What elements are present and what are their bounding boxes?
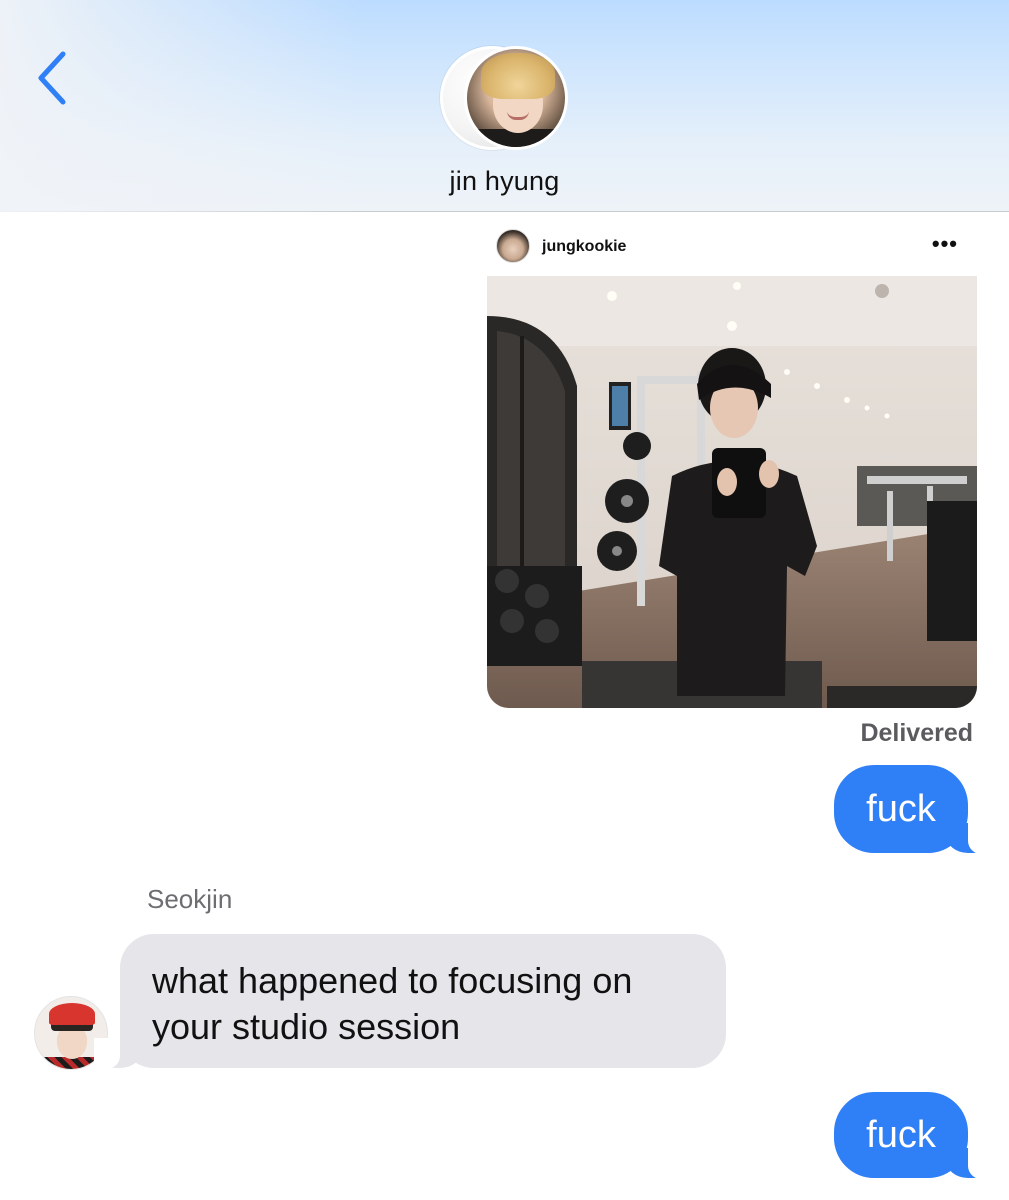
conversation-header: jin hyung (0, 0, 1009, 212)
incoming-message-bubble[interactable]: what happened to focusing on your studio… (94, 934, 726, 1070)
message-text-line: your studio session (152, 1006, 461, 1047)
delivered-status: Delivered (860, 719, 973, 747)
message-text-line: what happened to focusing on (152, 960, 633, 1001)
contact-avatar (464, 46, 568, 150)
outgoing-message-bubble[interactable]: fuck (834, 1092, 994, 1180)
back-button[interactable] (26, 48, 78, 108)
more-options-icon[interactable]: ••• (932, 231, 958, 257)
chevron-left-icon (38, 51, 66, 105)
message-text: fuck (866, 1113, 936, 1156)
post-author-avatar[interactable] (496, 229, 530, 263)
message-text: fuck (866, 787, 936, 830)
contact-avatar-group[interactable] (440, 46, 570, 150)
shared-post-header: jungkookie ••• (496, 229, 966, 265)
outgoing-message-bubble[interactable]: fuck (834, 765, 994, 855)
post-author-username[interactable]: jungkookie (542, 238, 626, 256)
contact-name[interactable]: jin hyung (0, 166, 1009, 197)
shared-post-photo[interactable] (487, 276, 977, 708)
sender-name: Seokjin (147, 884, 233, 914)
